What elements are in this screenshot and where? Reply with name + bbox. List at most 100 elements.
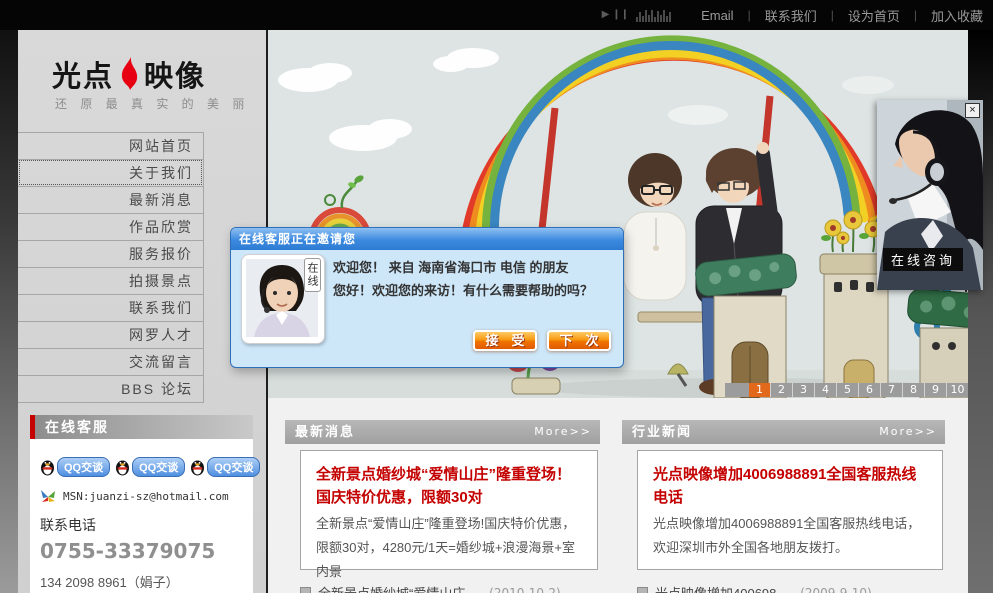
page-dot-8[interactable]: 8 <box>902 383 924 397</box>
menu-item-contact[interactable]: 联系我们 <box>18 294 203 321</box>
play-icon[interactable]: ▶ <box>602 8 610 22</box>
pause-icon[interactable]: ❙❙ <box>612 8 629 22</box>
qq-chat-button[interactable]: QQ交谈 <box>40 457 110 477</box>
topnav-set-home[interactable]: 设为首页 <box>848 6 900 25</box>
top-nav: ▶ ❙❙ Email | 联系我们 | 设为首页 | 加入收藏 <box>602 0 983 30</box>
news-highlight-box: 光点映像增加4006988891全国客服热线电话 光点映像增加400698889… <box>637 450 943 570</box>
close-icon[interactable]: × <box>965 103 980 118</box>
news-item-text[interactable]: 光点映像增加400698... <box>655 583 787 593</box>
dialog-body: 在线 欢迎您！ 来自 海南省海口市 电信 的朋友 您好！欢迎您的来访！有什么需要… <box>231 250 623 367</box>
main-menu: 网站首页 关于我们 最新消息 作品欣赏 服务报价 拍摄景点 联系我们 网罗人才 … <box>18 132 204 403</box>
menu-item-works[interactable]: 作品欣赏 <box>18 213 203 240</box>
content-area: 最新消息 More>> 全新景点婚纱城“爱情山庄”隆重登场！国庆特价优惠，限额3… <box>268 398 968 593</box>
page-dot-5[interactable]: 5 <box>836 383 858 397</box>
menu-item-pricing[interactable]: 服务报价 <box>18 240 203 267</box>
topnav-email[interactable]: Email <box>701 8 734 23</box>
news-header-title: 行业新闻 <box>632 420 692 444</box>
dialog-line-1: 欢迎您！ 来自 海南省海口市 电信 的朋友 <box>333 256 593 279</box>
news-header-title: 最新消息 <box>295 420 355 444</box>
topnav-separator: | <box>831 8 834 22</box>
page-dot-7[interactable]: 7 <box>880 383 902 397</box>
news-item-date: (2010-10-2) <box>489 586 560 593</box>
sidebar: 光点 映像 还 原 最 真 实 的 美 丽 网站首页 关于我们 最新消息 作品欣… <box>18 27 266 593</box>
page-dot-6[interactable]: 6 <box>858 383 880 397</box>
topnav-separator: | <box>748 8 751 22</box>
news-header: 最新消息 More>> <box>285 420 600 444</box>
menu-item-jobs[interactable]: 网罗人才 <box>18 321 203 348</box>
topnav-contact[interactable]: 联系我们 <box>765 6 817 25</box>
news-section-industry: 行业新闻 More>> 光点映像增加4006988891全国客服热线电话 光点映… <box>622 420 945 593</box>
msn-address: MSN:juanzi-sz@hotmail.com <box>63 490 229 503</box>
consult-label[interactable]: 在线咨询 <box>883 248 963 271</box>
news-list-item: 光点映像增加400698... (2009-9-10) <box>637 583 945 593</box>
menu-item-news[interactable]: 最新消息 <box>18 186 203 213</box>
qq-chat-label: QQ交谈 <box>57 457 110 477</box>
qq-chat-label: QQ交谈 <box>132 457 185 477</box>
logo-text-left: 光点 <box>52 53 114 95</box>
news-header: 行业新闻 More>> <box>622 420 945 444</box>
site-logo: 光点 映像 <box>52 53 206 95</box>
menu-item-locations[interactable]: 拍摄景点 <box>18 267 203 294</box>
news-item-date: (2009-9-10) <box>800 586 871 593</box>
dialog-message: 欢迎您！ 来自 海南省海口市 电信 的朋友 您好！欢迎您的来访！有什么需要帮助的… <box>333 256 593 302</box>
music-player: ▶ ❙❙ <box>602 8 671 22</box>
qq-penguin-icon <box>40 459 55 476</box>
logo-text-right: 映像 <box>144 53 206 95</box>
accept-button[interactable]: 接 受 <box>473 330 537 351</box>
news-title[interactable]: 光点映像增加4006988891全国客服热线电话 <box>653 463 927 509</box>
flame-icon <box>117 57 141 91</box>
bullet-icon <box>300 587 311 593</box>
phone-main: 0755-33379075 <box>40 539 243 563</box>
news-highlight-box: 全新景点婚纱城“爱情山庄”隆重登场！国庆特价优惠，限额30对 全新景点“爱情山庄… <box>300 450 598 570</box>
qq-row: QQ交谈 QQ交谈 <box>40 457 243 477</box>
bench <box>638 312 708 322</box>
news-body: 全新景点“爱情山庄”隆重登场!国庆特价优惠，限额30对，4280元/1天=婚纱城… <box>316 512 582 584</box>
logo-tagline: 还 原 最 真 实 的 美 丽 <box>55 95 249 112</box>
pagination-filler <box>725 383 749 397</box>
menu-item-home[interactable]: 网站首页 <box>18 132 203 159</box>
online-status-tab: 在线 <box>304 258 321 292</box>
consult-panel: × 在线咨询 <box>877 100 983 290</box>
phone-alt-1: 134 2098 8961（娟子） <box>40 572 243 591</box>
news-body: 光点映像增加4006988891全国客服热线电话，欢迎深圳市外全国各地朋友拨打。 <box>653 512 927 560</box>
more-link[interactable]: More>> <box>879 420 945 444</box>
left-margin-strip <box>0 27 18 593</box>
msn-butterfly-icon <box>40 489 57 504</box>
qq-penguin-icon <box>190 459 205 476</box>
phone-label: 联系电话 <box>40 515 243 535</box>
dialog-title: 在线客服正在邀请您 <box>231 228 623 250</box>
page: ▶ ❙❙ Email | 联系我们 | 设为首页 | 加入收藏 光点 <box>0 0 993 593</box>
page-dot-3[interactable]: 3 <box>792 383 814 397</box>
qq-chat-button[interactable]: QQ交谈 <box>190 457 260 477</box>
online-service-box: 在线客服 QQ交谈 <box>30 415 253 593</box>
page-dot-10[interactable]: 10 <box>946 383 968 397</box>
qq-chat-button[interactable]: QQ交谈 <box>115 457 185 477</box>
qq-chat-label: QQ交谈 <box>207 457 260 477</box>
online-service-body: QQ交谈 QQ交谈 <box>30 439 253 593</box>
equalizer-bars-icon <box>636 8 671 22</box>
news-item-text[interactable]: 全新景点婚纱城“爱情山庄... <box>318 583 476 593</box>
qq-penguin-icon <box>115 459 130 476</box>
page-dot-1[interactable]: 1 <box>749 383 770 397</box>
topnav-favorite[interactable]: 加入收藏 <box>931 6 983 25</box>
online-service-header: 在线客服 <box>30 415 253 439</box>
menu-item-bbs[interactable]: BBS 论坛 <box>18 375 203 403</box>
menu-item-guestbook[interactable]: 交流留言 <box>18 348 203 375</box>
page-dot-9[interactable]: 9 <box>924 383 946 397</box>
top-bar: ▶ ❙❙ Email | 联系我们 | 设为首页 | 加入收藏 <box>0 0 993 30</box>
news-title[interactable]: 全新景点婚纱城“爱情山庄”隆重登场！国庆特价优惠，限额30对 <box>316 463 582 509</box>
bullet-icon <box>637 587 648 593</box>
invite-dialog: 在线客服正在邀请您 在线 欢迎您！ 来自 海南省海口市 电信 <box>230 227 624 368</box>
news-section-latest: 最新消息 More>> 全新景点婚纱城“爱情山庄”隆重登场！国庆特价优惠，限额3… <box>285 420 600 593</box>
dialog-line-2: 您好！欢迎您的来访！有什么需要帮助的吗？ <box>333 279 593 302</box>
msn-link[interactable]: MSN:juanzi-sz@hotmail.com <box>40 489 243 504</box>
agent-avatar: 在线 <box>241 254 325 344</box>
news-list-item: 全新景点婚纱城“爱情山庄... (2010-10-2) <box>300 583 600 593</box>
menu-item-about[interactable]: 关于我们 <box>18 159 203 186</box>
topnav-separator: | <box>914 8 917 22</box>
more-link[interactable]: More>> <box>534 420 600 444</box>
later-button[interactable]: 下 次 <box>547 330 611 351</box>
page-dot-4[interactable]: 4 <box>814 383 836 397</box>
page-dot-2[interactable]: 2 <box>770 383 792 397</box>
banner-pagination: 1 2 3 4 5 6 7 8 9 10 <box>725 383 968 397</box>
